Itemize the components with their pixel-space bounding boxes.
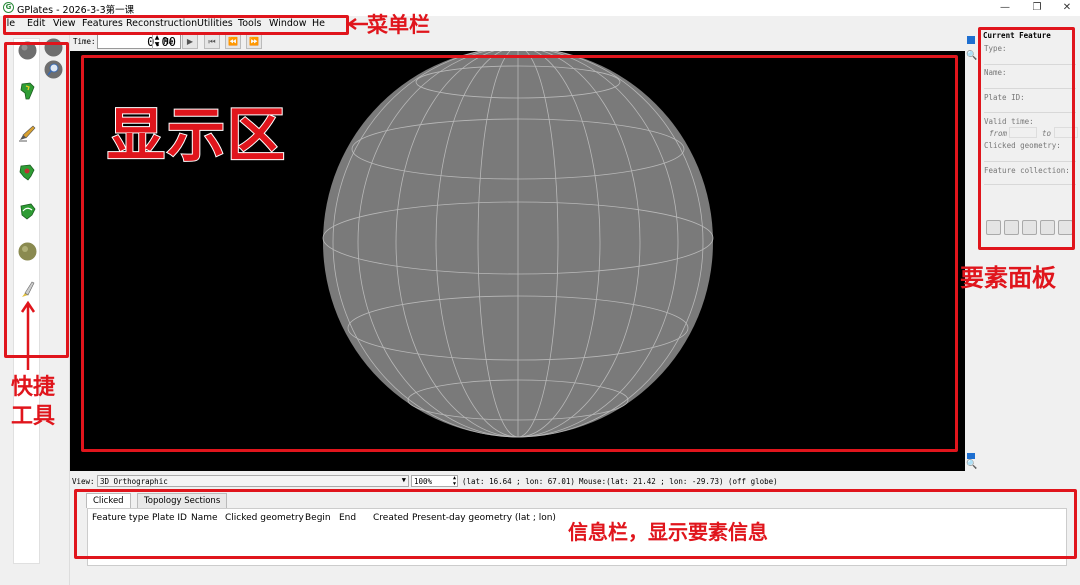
maximize-button[interactable]: ❐ (1022, 0, 1052, 16)
time-label: Time: (73, 37, 96, 46)
zoom-out-icon[interactable]: 🔍 (966, 51, 977, 61)
projection-select[interactable]: 3D Orthographic ▼ (97, 475, 409, 487)
status-bar: View: 3D Orthographic ▼ 100% ▲ ▼ (lat: 16… (70, 473, 1080, 489)
toolbar-arrow-icon (20, 300, 36, 370)
step-back-icon[interactable]: ⏪ (225, 34, 241, 49)
viewport-zoom-slider[interactable]: 🔍 🔍 (965, 33, 977, 473)
zoom-slider-bottom[interactable] (967, 453, 975, 459)
projection-value: 3D Orthographic (100, 477, 168, 486)
info-bar-annotation: 信息栏，显示要素信息 (568, 520, 768, 544)
time-spin-arrows[interactable]: ▲ ▼ (152, 34, 161, 49)
mouse-coords: Mouse:(lat: 21.42 ; lon: -29.73) (off gl… (579, 477, 778, 486)
minimize-button[interactable]: — (990, 0, 1020, 16)
zoom-slider-handle[interactable] (967, 36, 975, 44)
zoom-percent-field[interactable]: 100% ▲ ▼ (411, 475, 458, 487)
zoom-in-small-icon[interactable]: 🔍 (966, 460, 977, 470)
display-area-annotation: 显示区 (106, 101, 288, 169)
title-bar: G GPlates - 2026-3-3第一课 — ❐ ✕ (0, 0, 1080, 16)
view-label: View: (72, 477, 95, 486)
time-toolbar: Time: 0.00 ▲ ▼ Ma ▶ ⏮ ⏪ ⏩ (70, 33, 965, 51)
feature-panel-annotation: 要素面板 (960, 264, 1056, 292)
zoom-value: 100% (414, 477, 433, 486)
chevron-down-icon: ▼ (401, 476, 406, 484)
camera-coords: (lat: 16.64 ; lon: 67.01) (462, 477, 575, 486)
app-icon: G (3, 2, 14, 13)
window-title: GPlates - 2026-3-3第一课 (17, 5, 135, 16)
close-button[interactable]: ✕ (1052, 0, 1080, 16)
time-unit: Ma (164, 37, 174, 46)
step-forward-icon[interactable]: ⏩ (246, 34, 262, 49)
skip-back-icon[interactable]: ⏮ (204, 34, 220, 49)
toolbar-annotation-line2: 工具 (11, 404, 56, 429)
menu-bar-highlight (3, 15, 349, 35)
zoom-spin-icon[interactable]: ▲ ▼ (453, 475, 456, 487)
menu-bar-annotation: 菜单栏 (367, 13, 430, 37)
play-icon[interactable]: ▶ (182, 34, 198, 49)
feature-panel-highlight (978, 27, 1075, 250)
toolbar-annotation-line1: 快捷 (11, 375, 56, 400)
